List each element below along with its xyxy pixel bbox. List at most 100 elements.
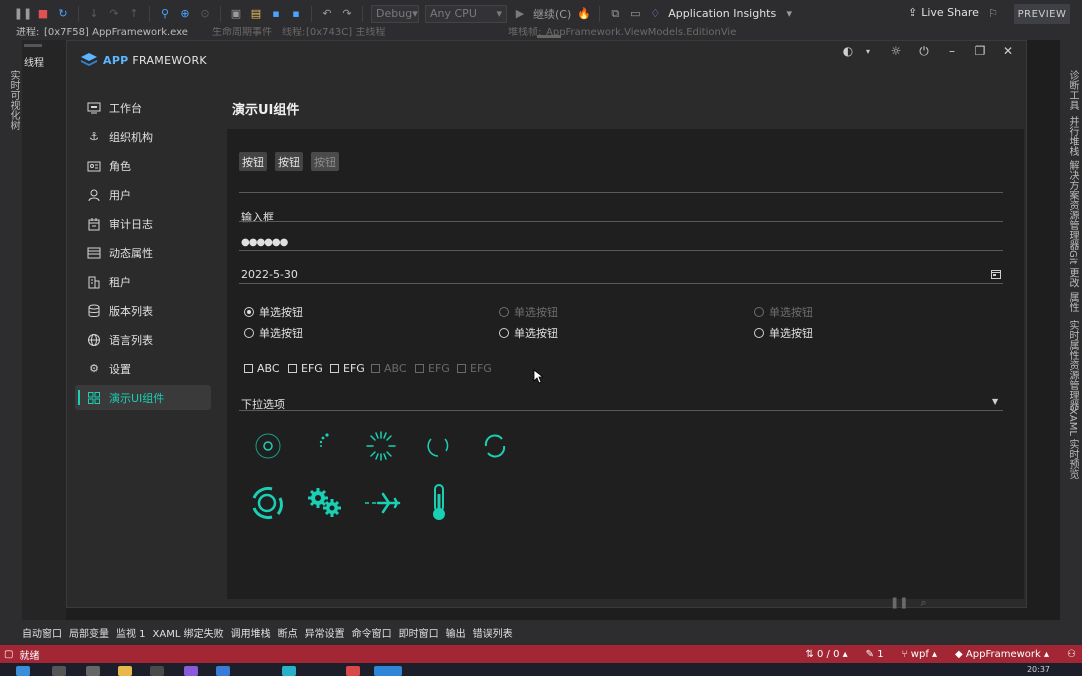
tab-command-window[interactable]: 命令窗口 <box>352 625 392 640</box>
text-input[interactable]: 输入框 <box>241 209 274 225</box>
sidebar-item-roles[interactable]: 角色 <box>75 153 211 178</box>
pause-icon[interactable]: ❚❚ <box>890 596 908 610</box>
app-icon[interactable] <box>282 666 296 676</box>
app-icon[interactable] <box>150 666 164 676</box>
save-all-icon[interactable]: ▪ <box>289 7 303 21</box>
threads-tab[interactable]: 线程 <box>24 54 44 69</box>
checkbox-abc-disabled[interactable]: ABC <box>371 362 407 375</box>
tab-breakpoints[interactable]: 断点 <box>278 625 298 640</box>
appframework-taskbar-icon[interactable] <box>374 666 402 676</box>
app-insights-button[interactable]: Application Insights <box>668 7 776 20</box>
diagnostics-icon[interactable]: ⚲ <box>158 7 172 21</box>
stop-icon[interactable]: ■ <box>36 7 50 21</box>
radio-button-5[interactable]: 单选按钮 <box>499 325 558 341</box>
sidebar-item-workbench[interactable]: 工作台 <box>75 95 211 120</box>
step-over-icon[interactable]: ↷ <box>107 7 121 21</box>
layout-icon[interactable]: ▭ <box>628 7 642 21</box>
hot-reload-icon[interactable]: 🔥 <box>577 7 591 21</box>
redo-icon[interactable]: ↷ <box>340 7 354 21</box>
browser-link-icon[interactable]: ⧉ <box>608 7 622 21</box>
sidebar-item-dynamic-props[interactable]: 动态属性 <box>75 240 211 265</box>
radio-button-1[interactable]: 单选按钮 <box>244 304 303 320</box>
thread-dropdown[interactable]: [0x743C] 主线程 <box>306 27 385 39</box>
power-icon[interactable]: ⏻ <box>916 43 932 59</box>
tab-call-stack[interactable]: 调用堆栈 <box>231 625 271 640</box>
sidebar-item-editions[interactable]: 版本列表 <box>75 298 211 323</box>
sidebar-item-settings[interactable]: ⚙ 设置 <box>75 356 211 381</box>
checkbox-efg[interactable]: EFG <box>288 362 323 375</box>
tab-immediate-window[interactable]: 即时窗口 <box>399 625 439 640</box>
checkbox-abc[interactable]: ABC <box>244 362 280 375</box>
preview-button[interactable]: PREVIEW <box>1014 4 1070 24</box>
sidebar-item-demo-ui[interactable]: 演示UI组件 <box>75 385 211 410</box>
task-view-icon[interactable] <box>86 666 100 676</box>
lifecycle-events[interactable]: 生命周期事件 <box>212 27 272 39</box>
platform-dropdown[interactable]: Any CPU ▾ <box>425 4 507 23</box>
sidebar-item-users[interactable]: 用户 <box>75 182 211 207</box>
checkbox-efg-2[interactable]: EFG <box>330 362 365 375</box>
lightbulb-icon[interactable]: ♢ <box>648 7 662 21</box>
tab-locals[interactable]: 局部变量 <box>69 625 109 640</box>
navigate-icon[interactable]: ⊕ <box>178 7 192 21</box>
radio-button-2[interactable]: 单选按钮 <box>499 304 558 320</box>
notifications-icon[interactable]: ⚇ <box>1067 649 1076 660</box>
checkbox-efg-disabled-2[interactable]: EFG <box>457 362 492 375</box>
sidebar-item-org[interactable]: ⚓ 组织机构 <box>75 124 211 149</box>
chevron-down-icon[interactable]: ▼ <box>992 397 998 406</box>
right-tab-git-changes[interactable]: Git 更改 <box>1065 250 1080 288</box>
pending-changes[interactable]: ✎ 1 <box>866 649 884 660</box>
branch-selector[interactable]: ⑂ wpf ▴ <box>902 649 937 660</box>
tab-exception-settings[interactable]: 异常设置 <box>305 625 345 640</box>
radio-button-4[interactable]: 单选按钮 <box>244 325 303 341</box>
chevron-down-icon[interactable]: ▾ <box>782 7 796 21</box>
drag-grip[interactable] <box>537 35 561 38</box>
tab-xaml-binding-failures[interactable]: XAML 绑定失败 <box>153 625 224 640</box>
save-icon[interactable]: ▪ <box>269 7 283 21</box>
inspect-icon[interactable]: ⌕ <box>920 596 926 610</box>
live-visual-tree-tab[interactable]: 实时可视化树 <box>6 70 21 130</box>
config-dropdown[interactable]: Debug ▾ <box>371 4 419 23</box>
git-push-status[interactable]: ⇅ 0 / 0 ▴ <box>805 649 847 660</box>
password-input[interactable]: ●●●●●● <box>241 237 288 248</box>
sun-icon[interactable]: ☼ <box>888 43 904 59</box>
right-tab-parallel-stacks[interactable]: 并行堆栈 <box>1065 116 1080 156</box>
demo-button-disabled[interactable]: 按钮 <box>311 152 339 171</box>
file-explorer-icon[interactable] <box>118 666 132 676</box>
radio-button-6[interactable]: 单选按钮 <box>754 325 813 341</box>
theme-icon[interactable]: ◐ <box>840 43 856 59</box>
radio-button-3[interactable]: 单选按钮 <box>754 304 813 320</box>
process-dropdown[interactable]: [0x7F58] AppFramework.exe <box>44 27 188 39</box>
app-icon[interactable] <box>346 666 360 676</box>
start-icon[interactable] <box>16 666 30 676</box>
sidebar-item-languages[interactable]: 语言列表 <box>75 327 211 352</box>
right-tab-live-properties[interactable]: 实时属性资源管理器 <box>1065 320 1080 410</box>
tab-autos[interactable]: 自动窗口 <box>22 625 62 640</box>
right-tab-solution-explorer[interactable]: 解决方案资源管理器 <box>1065 160 1080 250</box>
forward-icon[interactable]: ⊙ <box>198 7 212 21</box>
minimize-icon[interactable]: – <box>944 43 960 59</box>
close-icon[interactable]: ✕ <box>1000 43 1016 59</box>
restore-icon[interactable]: ❐ <box>972 43 988 59</box>
restart-icon[interactable]: ↻ <box>56 7 70 21</box>
stack-frame-dropdown[interactable]: AppFramework.ViewModels.EditionVie <box>546 27 736 39</box>
repo-selector[interactable]: ◆ AppFramework ▴ <box>955 649 1049 660</box>
chevron-down-icon[interactable]: ▾ <box>860 43 876 59</box>
app-icon[interactable] <box>216 666 230 676</box>
tab-watch-1[interactable]: 监视 1 <box>116 625 146 640</box>
feedback-icon[interactable]: ⚐ <box>986 6 1000 20</box>
checkbox-efg-disabled[interactable]: EFG <box>415 362 450 375</box>
sidebar-item-tenants[interactable]: 租户 <box>75 269 211 294</box>
empty-textbox[interactable] <box>239 192 1003 193</box>
step-out-icon[interactable]: ↑ <box>127 7 141 21</box>
open-folder-icon[interactable]: ▤ <box>249 7 263 21</box>
new-item-icon[interactable]: ▣ <box>229 7 243 21</box>
continue-button[interactable]: 继续(C) <box>533 6 571 22</box>
sidebar-item-audit-log[interactable]: 审计日志 <box>75 211 211 236</box>
right-tab-properties[interactable]: 属性 <box>1065 292 1080 312</box>
demo-button-1[interactable]: 按钮 <box>239 152 267 171</box>
live-share-button[interactable]: ⇪ Live Share <box>908 6 979 19</box>
continue-icon[interactable]: ▶ <box>513 7 527 21</box>
right-tab-xaml-preview[interactable]: XAML 实时预览 <box>1065 408 1080 479</box>
tab-output[interactable]: 输出 <box>446 625 466 640</box>
pause-icon[interactable]: ❚❚ <box>14 7 32 21</box>
